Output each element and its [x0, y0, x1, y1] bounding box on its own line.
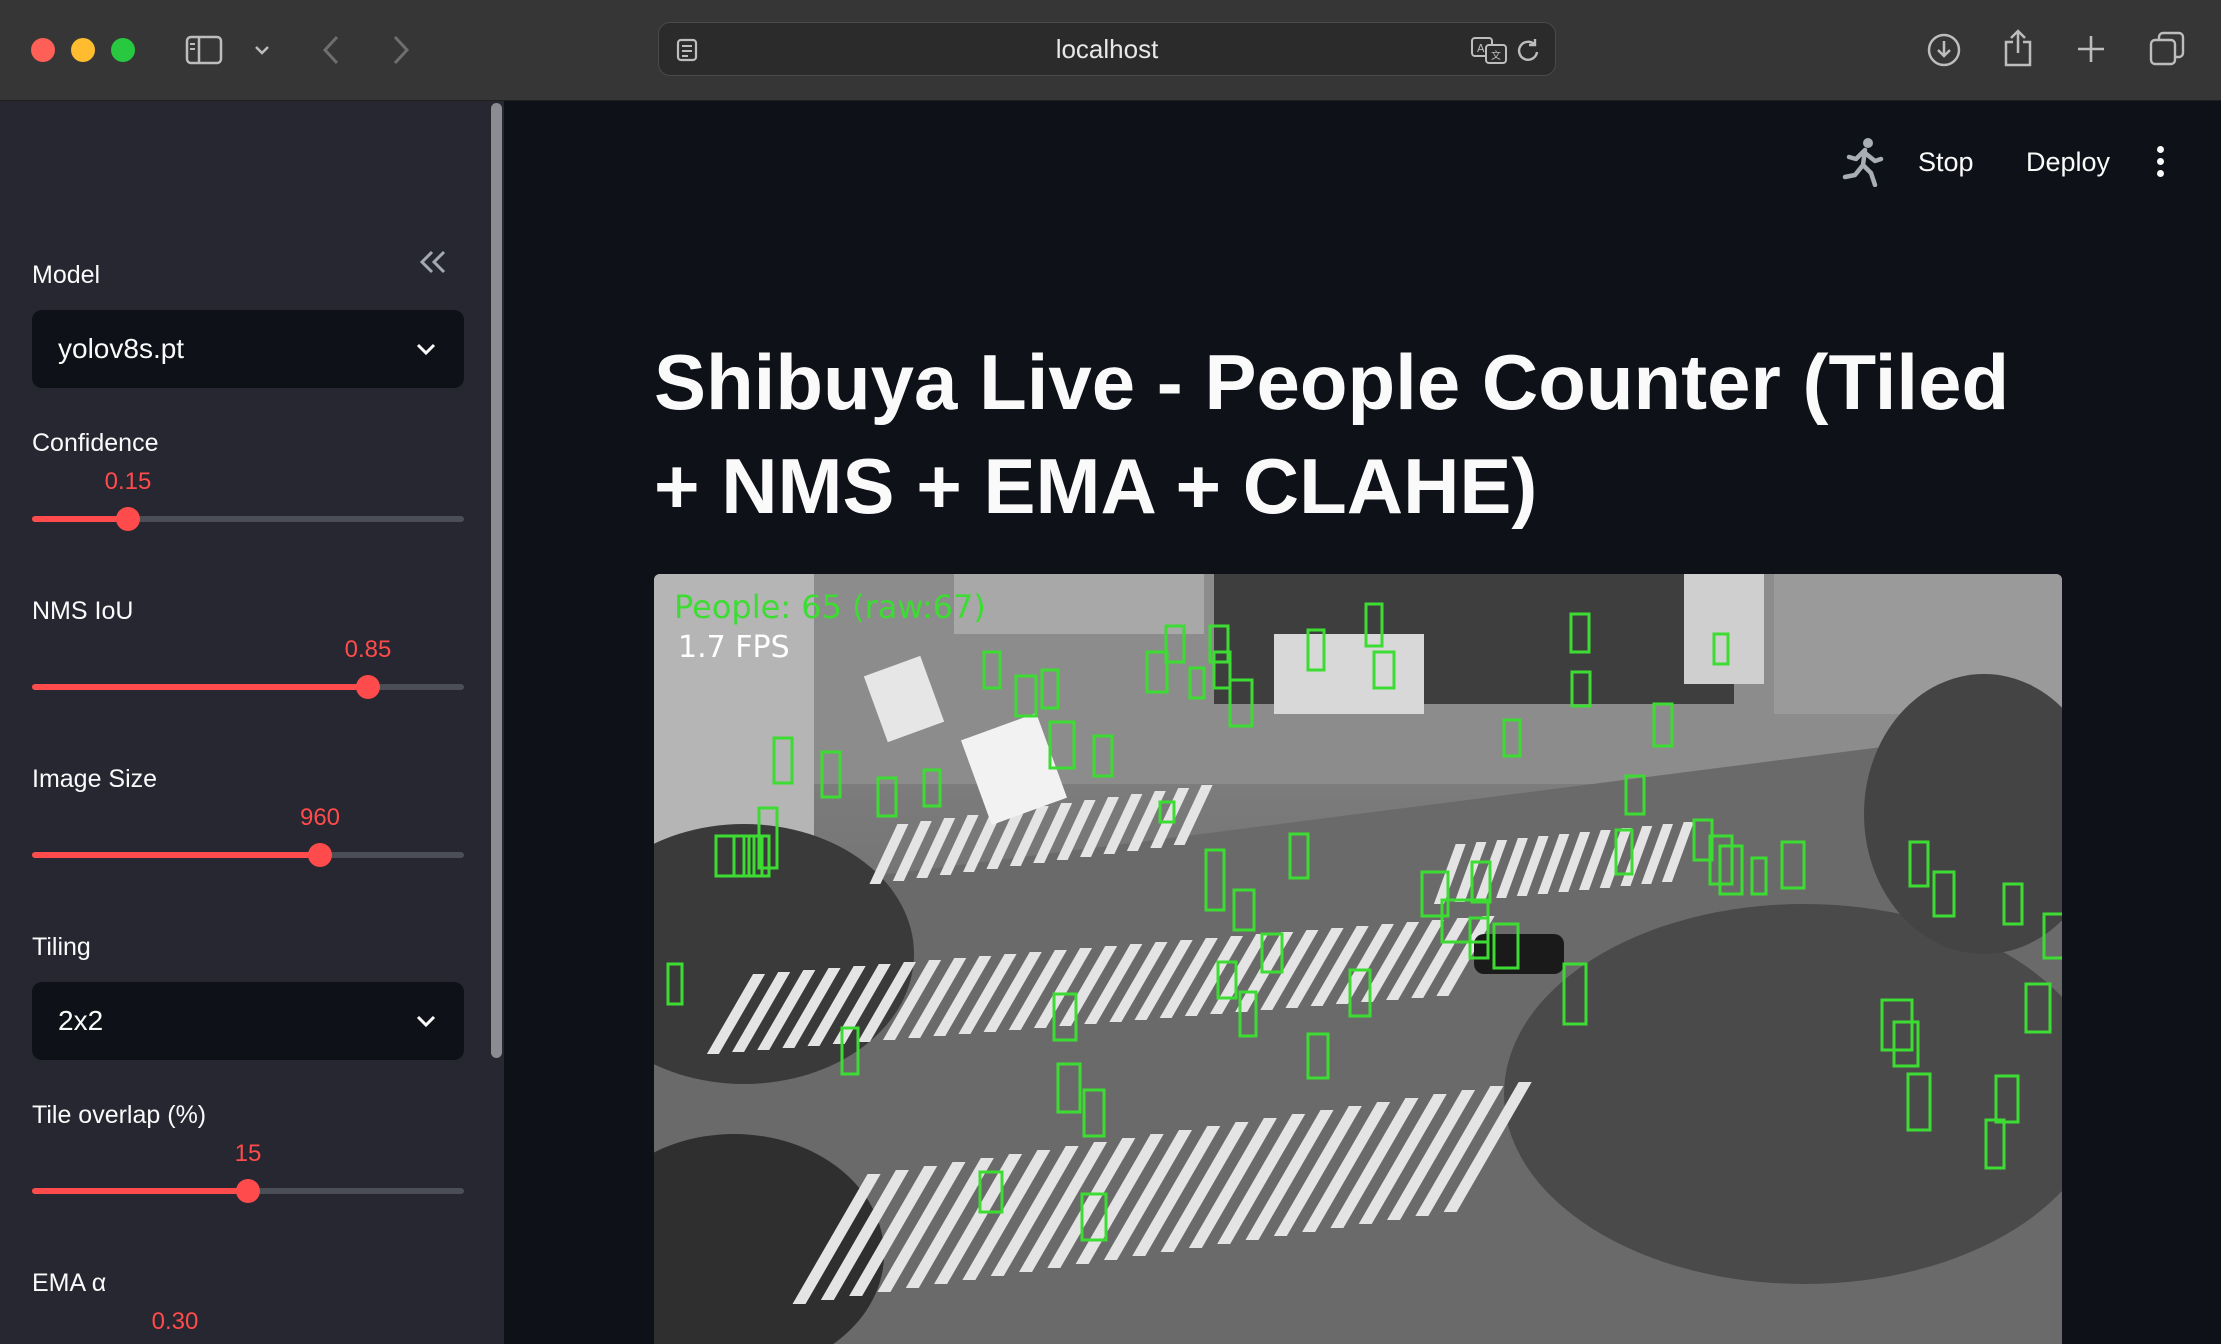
deploy-button[interactable]: Deploy: [2026, 138, 2110, 186]
tile-overlap-value: 15: [234, 1140, 262, 1167]
confidence-value: 0.15: [104, 468, 152, 495]
address-bar[interactable]: localhost A文: [658, 22, 1556, 76]
model-select[interactable]: yolov8s.pt: [32, 310, 464, 388]
tiling-label: Tiling: [32, 933, 91, 961]
minimize-window-button[interactable]: [71, 38, 95, 62]
chevron-down-icon: [416, 343, 436, 356]
confidence-slider[interactable]: [32, 507, 464, 531]
stop-button[interactable]: Stop: [1918, 138, 1974, 186]
tiling-select-value: 2x2: [58, 1005, 104, 1036]
image-size-slider-fill: [32, 852, 320, 858]
sidebar-toggle-icon[interactable]: [184, 30, 224, 70]
double-chevron-left-icon[interactable]: [412, 241, 454, 283]
browser-toolbar: localhost A文: [0, 0, 2221, 101]
running-man-icon: [1838, 136, 1888, 188]
confidence-label: Confidence: [32, 429, 159, 457]
chevron-down-icon[interactable]: [250, 38, 274, 62]
crosswalk-scene: [654, 574, 2062, 1344]
tile-overlap-slider[interactable]: [32, 1179, 464, 1203]
svg-text:文: 文: [1491, 49, 1501, 62]
tile-overlap-label: Tile overlap (%): [32, 1101, 207, 1129]
image-size-slider-thumb[interactable]: [308, 843, 332, 867]
nms-iou-value: 0.85: [344, 636, 392, 663]
chevron-down-icon: [416, 1015, 436, 1028]
sidebar-scrollbar[interactable]: [491, 103, 502, 1058]
nms-iou-slider-thumb[interactable]: [356, 675, 380, 699]
nms-iou-label: NMS IoU: [32, 597, 134, 625]
download-icon[interactable]: [1924, 30, 1964, 70]
people-count-text: People: 65 (raw:67): [674, 588, 986, 626]
model-label: Model: [32, 261, 101, 289]
tile-overlap-slider-thumb[interactable]: [236, 1179, 260, 1203]
confidence-slider-thumb[interactable]: [116, 507, 140, 531]
model-select-value: yolov8s.pt: [58, 333, 185, 364]
svg-text:A: A: [1477, 42, 1485, 55]
ema-alpha-label: EMA α: [32, 1269, 107, 1297]
tile-overlap-slider-fill: [32, 1188, 248, 1194]
fps-text: 1.7 FPS: [678, 630, 790, 665]
page-title: Shibuya Live - People Counter (Tiled + N…: [654, 338, 2010, 530]
image-size-label: Image Size: [32, 765, 158, 793]
new-tab-icon[interactable]: [2072, 30, 2110, 68]
url-text[interactable]: localhost: [659, 23, 1555, 77]
share-icon[interactable]: [1998, 26, 2038, 70]
confidence-slider-fill: [32, 516, 128, 522]
close-window-button[interactable]: [31, 38, 55, 62]
back-arrow-icon[interactable]: [316, 32, 346, 68]
tab-overview-icon[interactable]: [2146, 28, 2188, 70]
reload-icon[interactable]: [1513, 35, 1543, 65]
zoom-window-button[interactable]: [111, 38, 135, 62]
video-frame: People: 65 (raw:67) 1.7 FPS: [654, 574, 2062, 1344]
image-size-slider[interactable]: [32, 843, 464, 867]
forward-arrow-icon[interactable]: [386, 32, 416, 68]
nms-iou-slider[interactable]: [32, 675, 464, 699]
sidebar: Model yolov8s.pt Confidence 0.15 NMS IoU…: [0, 101, 504, 1344]
image-size-value: 960: [299, 804, 341, 831]
nms-iou-slider-fill: [32, 684, 368, 690]
ema-alpha-value: 0.30: [151, 1308, 199, 1335]
tiling-select[interactable]: 2x2: [32, 982, 464, 1060]
kebab-menu-icon[interactable]: [2150, 146, 2170, 180]
translate-icon[interactable]: A文: [1469, 33, 1509, 67]
